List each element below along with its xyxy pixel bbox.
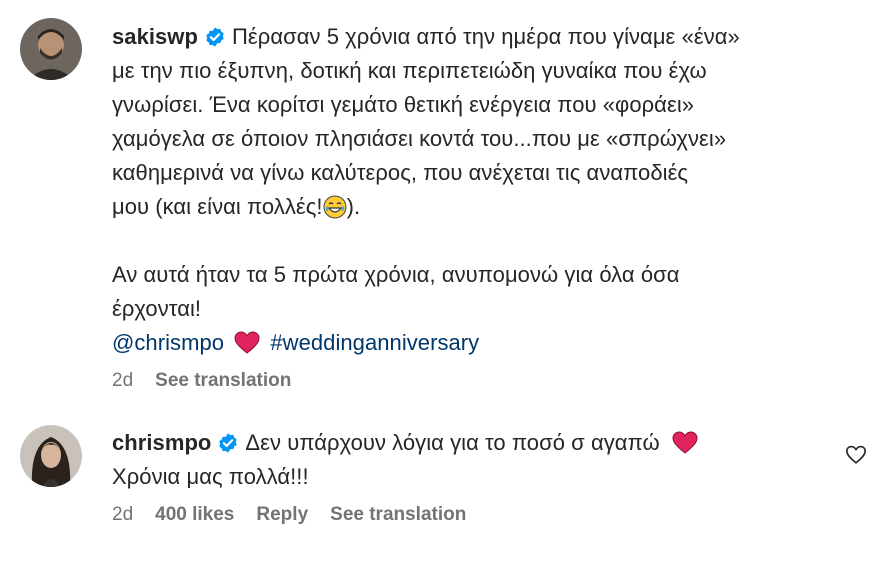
reply-author-avatar[interactable] (20, 425, 82, 487)
hashtag-link[interactable]: #weddinganniversary (270, 330, 479, 355)
red-heart-emoji (672, 431, 698, 454)
mention-link[interactable]: @chrismpo (112, 330, 224, 355)
post-see-translation[interactable]: See translation (155, 370, 291, 391)
caption-line-5: καθημερινά να γίνω καλύτερος, που ανέχετ… (112, 160, 689, 185)
caption-line-6: μου (και είναι πολλές!). (112, 194, 361, 219)
post-author-avatar[interactable] (20, 18, 82, 80)
caption-line-4: χαμόγελα σε όποιον πλησιάσει κοντά του..… (112, 126, 727, 151)
post-username[interactable]: sakiswp (112, 24, 198, 49)
post-caption: sakiswp Πέρασαν 5 χρόνια από την ημέρα πο… (112, 20, 852, 392)
reply-username[interactable]: chrismpo (112, 430, 211, 455)
verified-badge-icon (219, 433, 238, 453)
caption-line-8: έρχονται! (112, 296, 202, 321)
caption-line-2: με την πιο έξυπνη, δοτική και περιπετειώ… (112, 58, 707, 83)
reply-likes-count[interactable]: 400 likes (155, 504, 234, 525)
post-timestamp[interactable]: 2d (112, 370, 133, 391)
reply-meta: 2d 400 likes Reply See translation (112, 504, 812, 526)
reply-see-translation[interactable]: See translation (330, 504, 466, 525)
post-meta: 2d See translation (112, 370, 852, 392)
verified-badge-icon (206, 27, 224, 47)
reply-timestamp[interactable]: 2d (112, 504, 133, 525)
laughing-tears-emoji (323, 195, 347, 219)
heart-outline-icon[interactable] (845, 444, 867, 466)
reply-button[interactable]: Reply (256, 504, 308, 525)
caption-tags-line: @chrismpo #weddinganniversary (112, 326, 852, 360)
reply-line-1: chrismpo Δεν υπάρχουν λόγια για το ποσό σ… (112, 426, 812, 460)
caption-line-1: sakiswp Πέρασαν 5 χρόνια από την ημέρα πο… (112, 24, 740, 49)
red-heart-emoji (234, 331, 260, 354)
caption-line-7: Αν αυτά ήταν τα 5 πρώτα χρόνια, ανυπομον… (112, 262, 680, 287)
reply-line-2: Χρόνια μας πολλά!!! (112, 464, 309, 489)
caption-line-3: γνωρίσει. Ένα κορίτσι γεμάτο θετική ενέρ… (112, 92, 695, 117)
reply-comment: chrismpo Δεν υπάρχουν λόγια για το ποσό σ… (112, 426, 812, 526)
